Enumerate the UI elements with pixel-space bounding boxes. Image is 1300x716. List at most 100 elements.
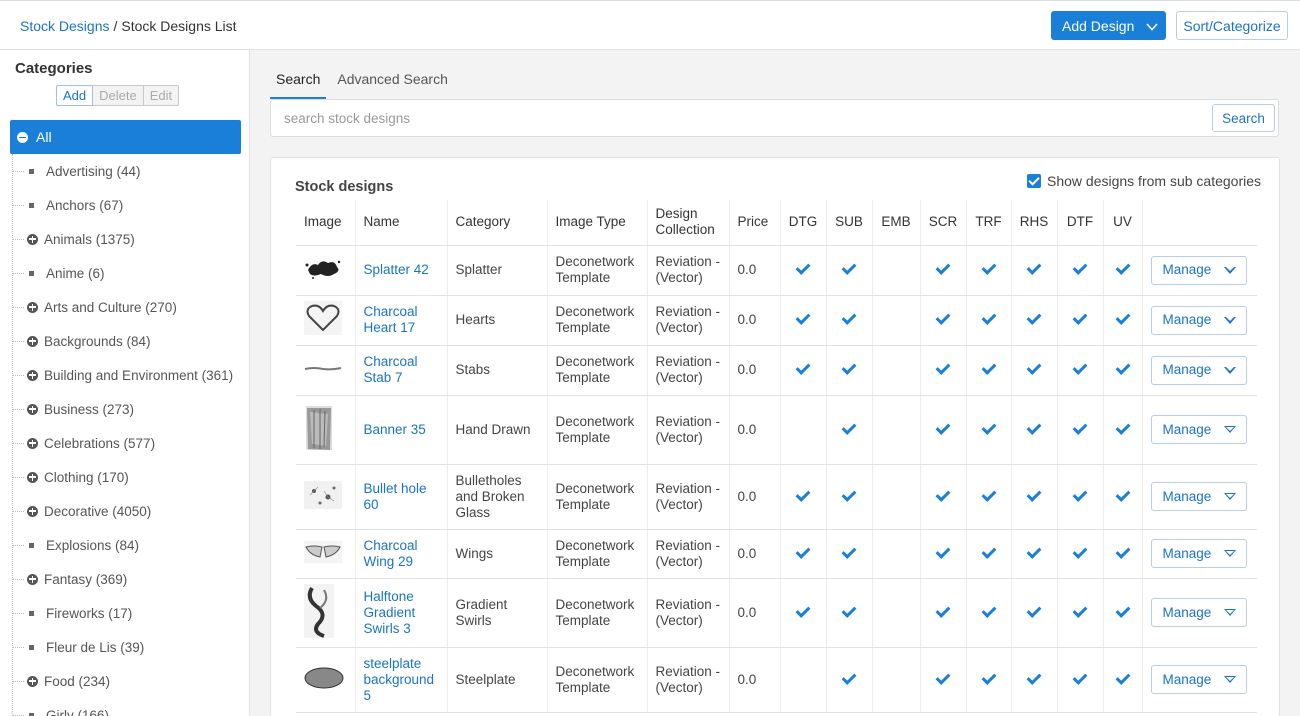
category-item[interactable]: Fantasy (369)	[12, 562, 233, 596]
scr-cell	[920, 395, 967, 465]
category-item[interactable]: Advertising (44)	[12, 154, 233, 188]
category-cell: Splatter	[447, 245, 548, 296]
checkmark-icon	[1072, 486, 1088, 502]
checkmark-icon	[1026, 543, 1042, 559]
trf-cell	[966, 578, 1012, 648]
category-item[interactable]: Clothing (170)	[12, 460, 233, 494]
design-name-link[interactable]: Charcoal Heart 17	[355, 295, 448, 346]
category-item[interactable]: Celebrations (577)	[12, 426, 233, 460]
manage-button[interactable]: Manage	[1150, 415, 1247, 444]
expand-icon[interactable]	[27, 335, 38, 347]
manage-button[interactable]: Manage	[1150, 482, 1247, 511]
expand-icon[interactable]	[27, 675, 38, 687]
category-item[interactable]: Arts and Culture (270)	[12, 290, 233, 324]
table-row[interactable]: steelplate background 5 Steelplate Deconet…	[296, 647, 1257, 713]
search-button[interactable]: Search	[1212, 104, 1275, 132]
design-name-link[interactable]: Banner 35	[355, 395, 448, 465]
design-name-link[interactable]: Charcoal Wing 29	[355, 529, 448, 579]
heart-thumbnail[interactable]	[304, 301, 347, 339]
show-subcategories-checkbox[interactable]: Show designs from sub categories	[1027, 173, 1261, 189]
category-item[interactable]: Fleur de Lis (39)	[12, 630, 233, 664]
add-category-button[interactable]: Add	[56, 85, 94, 106]
expand-icon[interactable]	[27, 573, 38, 585]
col-emb: EMB	[872, 200, 921, 246]
design-name-link[interactable]: Splatter 42	[355, 245, 448, 296]
expand-icon[interactable]	[27, 403, 38, 415]
expand-icon[interactable]	[27, 233, 38, 245]
category-item[interactable]: Animals (1375)	[12, 222, 233, 256]
manage-button[interactable]: Manage	[1150, 539, 1247, 568]
expand-icon[interactable]	[27, 369, 38, 381]
scr-cell	[920, 578, 967, 648]
table-row[interactable]: Splatter 42 Splatter Deconetwork Template R…	[296, 245, 1257, 296]
category-label: Building and Environment (361)	[44, 367, 234, 383]
steelplate-thumbnail[interactable]	[304, 666, 347, 693]
manage-label: Manage	[1162, 362, 1212, 377]
checkmark-icon	[1115, 602, 1130, 618]
stab-thumbnail[interactable]	[304, 362, 347, 378]
category-item[interactable]: Girly (166)	[12, 698, 233, 716]
rhs-cell	[1011, 578, 1058, 648]
bullet-hole-thumbnail[interactable]	[304, 480, 347, 513]
edit-category-button[interactable]: Edit	[143, 85, 180, 106]
trf-cell	[966, 647, 1012, 713]
dtf-cell	[1057, 578, 1104, 648]
manage-button[interactable]: Manage	[1150, 355, 1247, 385]
design-name-link[interactable]: Bullet hole 60	[355, 464, 448, 530]
tab-search[interactable]: Search	[270, 62, 327, 99]
table-row[interactable]: Charcoal Wing 29 Wings Deconetwork Templat…	[296, 529, 1257, 579]
checkmark-icon	[841, 310, 857, 325]
splatter-thumbnail[interactable]	[304, 256, 347, 284]
table-row[interactable]: Halftone Gradient Swirls 3 Gradient Swirl…	[296, 578, 1257, 648]
banner-thumbnail[interactable]	[304, 401, 347, 458]
category-cell: Hearts	[447, 295, 548, 346]
sub-cell	[826, 464, 873, 530]
collection-cell: Reviation - (Vector)	[647, 345, 730, 396]
price-cell: 0.0	[729, 464, 781, 530]
chevron-down-icon	[1224, 266, 1237, 274]
expand-icon[interactable]	[27, 301, 38, 313]
manage-button[interactable]: Manage	[1150, 255, 1247, 285]
expand-icon[interactable]	[27, 505, 38, 517]
table-row[interactable]: Bullet hole 60 Bulletholes and Broken Gla…	[296, 464, 1257, 530]
design-name-link[interactable]: steelplate background 5	[355, 647, 448, 713]
trf-cell	[966, 245, 1012, 296]
category-all[interactable]: All	[10, 120, 241, 154]
design-name-link[interactable]: Halftone Gradient Swirls 3	[355, 578, 448, 648]
col-image: Image	[296, 200, 356, 246]
manage-button[interactable]: Manage	[1150, 665, 1247, 694]
category-label: Fireworks (17)	[46, 605, 133, 621]
category-item[interactable]: Explosions (84)	[12, 528, 233, 562]
manage-cell: Manage	[1142, 245, 1257, 296]
checkmark-icon	[1026, 669, 1042, 685]
breadcrumb-stock-designs-link[interactable]: Stock Designs	[20, 18, 109, 34]
category-item[interactable]: Food (234)	[12, 664, 233, 698]
category-item[interactable]: Fireworks (17)	[12, 596, 233, 630]
wing-thumbnail[interactable]	[304, 540, 347, 567]
expand-icon[interactable]	[27, 471, 38, 483]
expand-icon[interactable]	[27, 437, 38, 449]
manage-button[interactable]: Manage	[1150, 598, 1247, 627]
search-input[interactable]	[272, 101, 1202, 135]
design-name-link[interactable]: Charcoal Stab 7	[355, 345, 448, 396]
table-row[interactable]: Banner 35 Hand Drawn Deconetwork Template R…	[296, 395, 1257, 465]
category-item[interactable]: Backgrounds (84)	[12, 324, 233, 358]
checkmark-icon	[981, 310, 996, 325]
rhs-cell	[1011, 345, 1058, 396]
sort-categorize-button[interactable]: Sort/Categorize	[1176, 11, 1288, 40]
tab-advanced-search[interactable]: Advanced Search	[331, 62, 454, 99]
add-design-button[interactable]: Add Design	[1051, 11, 1166, 40]
swirl-thumbnail[interactable]	[304, 583, 347, 642]
table-row[interactable]: Charcoal Stab 7 Stabs Deconetwork Template…	[296, 345, 1257, 396]
category-item[interactable]: Business (273)	[12, 392, 233, 426]
bullet-icon	[29, 202, 34, 208]
table-row[interactable]: Charcoal Heart 17 Hearts Deconetwork Templ…	[296, 295, 1257, 346]
checkmark-icon	[935, 260, 951, 275]
category-item[interactable]: Decorative (4050)	[12, 494, 233, 528]
category-item[interactable]: Building and Environment (361)	[12, 358, 233, 392]
category-item[interactable]: Anchors (67)	[12, 188, 233, 222]
manage-button[interactable]: Manage	[1150, 305, 1247, 335]
rhs-cell	[1011, 295, 1058, 346]
category-item[interactable]: Anime (6)	[12, 256, 233, 290]
delete-category-button[interactable]: Delete	[93, 85, 144, 106]
